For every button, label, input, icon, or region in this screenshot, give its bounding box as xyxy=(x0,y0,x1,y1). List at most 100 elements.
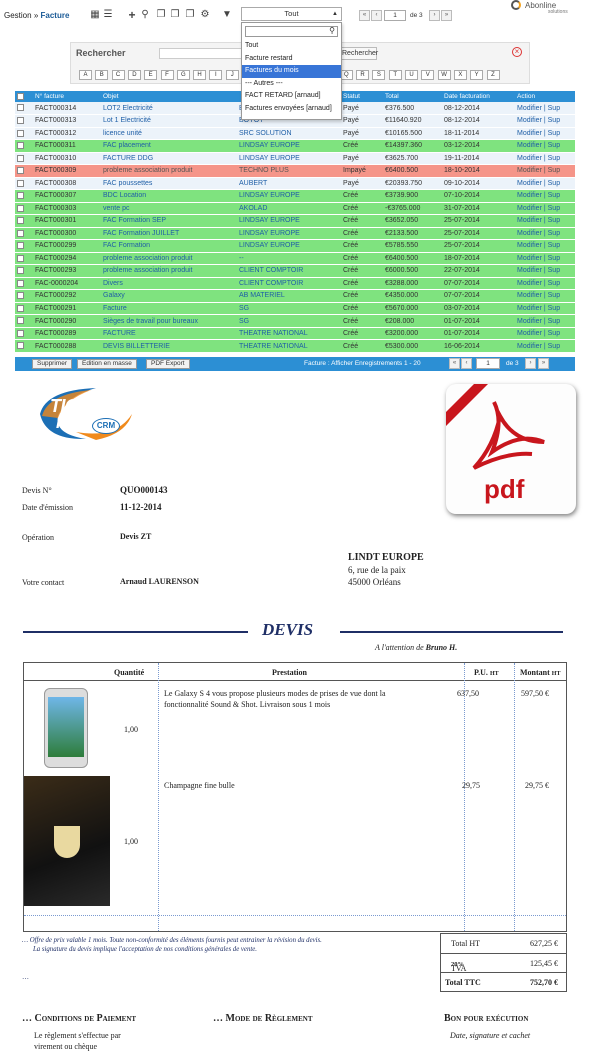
invoice-subject[interactable]: LOT2 Electricité xyxy=(101,102,237,115)
delete-link[interactable]: Sup xyxy=(548,192,560,199)
letter-filter-button[interactable]: U xyxy=(405,70,418,80)
row-checkbox[interactable] xyxy=(15,152,33,166)
row-checkbox[interactable] xyxy=(15,314,33,328)
invoice-number[interactable]: FACT000307 xyxy=(33,189,101,203)
letter-filter-button[interactable]: W xyxy=(437,70,451,80)
invoice-subject[interactable]: Sièges de travail pour bureaux xyxy=(101,314,237,328)
edit-link[interactable]: Modifier xyxy=(517,305,542,312)
invoice-number[interactable]: FACT000310 xyxy=(33,152,101,166)
row-checkbox[interactable] xyxy=(15,177,33,191)
import-icon[interactable]: ❐ xyxy=(156,10,166,20)
delete-link[interactable]: Sup xyxy=(548,142,560,149)
invoice-number[interactable]: FACT000288 xyxy=(33,339,101,353)
close-icon[interactable]: × xyxy=(512,47,522,57)
invoice-client[interactable]: CLIENT COMPTOIR xyxy=(237,277,341,291)
invoice-subject[interactable]: FAC Formation xyxy=(101,239,237,253)
invoice-subject[interactable]: probleme association produit xyxy=(101,252,237,266)
add-icon[interactable]: + xyxy=(127,9,137,21)
filter-select[interactable]: Tout ▲ xyxy=(241,7,342,21)
breadcrumb-current[interactable]: Facture xyxy=(41,11,70,20)
invoice-subject[interactable]: DEVIS BILLETTERIE xyxy=(101,339,237,353)
table-row[interactable]: FACT000292 Galaxy AB MATERIEL Créé €4350.000… xyxy=(15,289,575,303)
table-row[interactable]: FACT000312 licence unité SRC SOLUTION Payé €… xyxy=(15,127,575,141)
row-checkbox[interactable] xyxy=(15,189,33,203)
invoice-client[interactable]: THEATRE NATIONAL xyxy=(237,339,341,353)
edit-link[interactable]: Modifier xyxy=(517,280,542,287)
delete-link[interactable]: Sup xyxy=(548,217,560,224)
invoice-subject[interactable]: FAC placement xyxy=(101,139,237,153)
edit-link[interactable]: Modifier xyxy=(517,230,542,237)
delete-link[interactable]: Sup xyxy=(548,280,560,287)
row-checkbox[interactable] xyxy=(15,164,33,178)
delete-link[interactable]: Sup xyxy=(548,330,560,337)
pdf-export-button[interactable]: PDF Export xyxy=(146,359,190,369)
page-input[interactable]: 1 xyxy=(476,358,500,369)
letter-filter-button[interactable]: H xyxy=(193,70,207,80)
invoice-number[interactable]: FACT000303 xyxy=(33,202,101,216)
bulk-edit-button[interactable]: Edition en masse xyxy=(77,359,137,369)
row-checkbox[interactable] xyxy=(15,202,33,216)
letter-filter-button[interactable]: S xyxy=(372,70,386,80)
edit-link[interactable]: Modifier xyxy=(517,318,542,325)
delete-link[interactable]: Sup xyxy=(548,117,560,124)
row-checkbox[interactable] xyxy=(15,327,33,341)
delete-link[interactable]: Sup xyxy=(548,167,560,174)
invoice-client[interactable]: -- xyxy=(237,252,341,266)
invoice-subject[interactable]: FACTURE xyxy=(101,327,237,341)
last-page-button[interactable]: » xyxy=(538,358,549,369)
invoice-subject[interactable]: FAC Formation SEP xyxy=(101,214,237,228)
invoice-subject[interactable]: Lot 1 Electricité xyxy=(101,114,237,128)
invoice-number[interactable]: FACT000290 xyxy=(33,314,101,328)
table-row[interactable]: FACT000288 DEVIS BILLETTERIE THEATRE NATIO… xyxy=(15,339,575,353)
search-button[interactable]: Rechercher xyxy=(341,47,378,60)
row-checkbox[interactable] xyxy=(15,227,33,241)
invoice-client[interactable]: TECHNO PLUS xyxy=(237,164,341,178)
row-checkbox[interactable] xyxy=(15,302,33,316)
invoice-number[interactable]: FACT000294 xyxy=(33,252,101,266)
invoice-number[interactable]: FACT000309 xyxy=(33,164,101,178)
search-icon[interactable]: ⚲ xyxy=(140,10,150,20)
delete-link[interactable]: Sup xyxy=(548,305,560,312)
table-row[interactable]: FACT000299 FAC Formation LINDSAY EUROPE Cré… xyxy=(15,239,575,253)
letter-filter-button[interactable]: I xyxy=(209,70,223,80)
filter-option[interactable]: --- Autres --- xyxy=(242,78,341,91)
delete-link[interactable]: Sup xyxy=(548,267,560,274)
next-page-button[interactable]: › xyxy=(429,10,440,21)
invoice-number[interactable]: FACT000313 xyxy=(33,114,101,128)
calendar-icon[interactable]: ▦ xyxy=(90,10,100,20)
letter-filter-button[interactable]: G xyxy=(176,70,190,80)
row-checkbox[interactable] xyxy=(15,289,33,303)
delete-link[interactable]: Sup xyxy=(548,205,560,212)
delete-link[interactable]: Sup xyxy=(548,318,560,325)
edit-link[interactable]: Modifier xyxy=(517,330,542,337)
row-checkbox[interactable] xyxy=(15,277,33,291)
delete-link[interactable]: Sup xyxy=(548,255,560,262)
table-row[interactable]: FACT000301 FAC Formation SEP LINDSAY EUROP… xyxy=(15,214,575,228)
edit-link[interactable]: Modifier xyxy=(517,117,542,124)
delete-link[interactable]: Sup xyxy=(548,180,560,187)
letter-filter-button[interactable]: R xyxy=(356,70,370,80)
letter-filter-button[interactable]: C xyxy=(111,70,125,80)
invoice-subject[interactable]: FAC Formation JUILLET xyxy=(101,227,237,241)
invoice-subject[interactable]: Galaxy xyxy=(101,289,237,303)
letter-filter-button[interactable]: A xyxy=(79,70,92,80)
edit-link[interactable]: Modifier xyxy=(517,130,542,137)
letter-filter-button[interactable]: V xyxy=(421,70,435,80)
invoice-subject[interactable]: vente pc xyxy=(101,202,237,216)
edit-link[interactable]: Modifier xyxy=(517,205,542,212)
select-all-checkbox[interactable] xyxy=(15,91,33,102)
filter-option[interactable]: Tout xyxy=(242,40,341,53)
row-checkbox[interactable] xyxy=(15,264,33,278)
delete-link[interactable]: Sup xyxy=(548,130,560,137)
edit-link[interactable]: Modifier xyxy=(517,180,542,187)
table-row[interactable]: FACT000303 vente pc AKOLAD Créé -€3765.000 31… xyxy=(15,202,575,216)
invoice-number[interactable]: FAC-0000204 xyxy=(33,277,101,291)
invoice-subject[interactable]: Divers xyxy=(101,277,237,291)
delete-link[interactable]: Sup xyxy=(548,292,560,299)
edit-link[interactable]: Modifier xyxy=(517,292,542,299)
invoice-client[interactable]: CLIENT COMPTOIR xyxy=(237,264,341,278)
column-header[interactable]: Date facturation xyxy=(442,91,515,102)
delete-link[interactable]: Sup xyxy=(548,343,560,350)
invoice-client[interactable]: SRC SOLUTION xyxy=(237,127,341,141)
first-page-button[interactable]: « xyxy=(449,358,460,369)
